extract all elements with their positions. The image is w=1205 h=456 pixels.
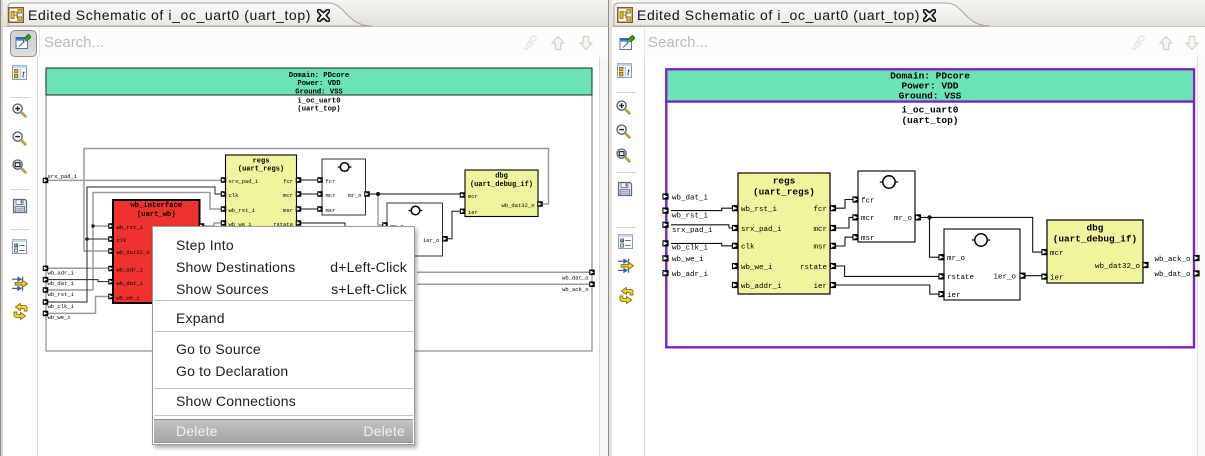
- svg-text:(uart_wb): (uart_wb): [137, 211, 176, 219]
- svg-text:(uart_regs): (uart_regs): [238, 166, 284, 174]
- svg-text:mr_o: mr_o: [947, 255, 966, 263]
- svg-text:i_oc_uart0: i_oc_uart0: [297, 97, 340, 105]
- svg-text:wb_rst_i: wb_rst_i: [229, 207, 256, 214]
- svg-text:srx_pad_i: srx_pad_i: [48, 173, 78, 180]
- svg-text:mcr: mcr: [1050, 250, 1064, 258]
- svg-text:wb_rst_i: wb_rst_i: [741, 206, 778, 214]
- svg-text:fcr: fcr: [861, 197, 875, 205]
- svg-text:(uart_debug_if): (uart_debug_if): [1053, 233, 1137, 244]
- svg-text:mr_o: mr_o: [894, 215, 913, 223]
- svg-text:rstate: rstate: [800, 264, 827, 272]
- svg-text:mr_o: mr_o: [348, 192, 361, 199]
- svg-text:mcr: mcr: [861, 215, 875, 223]
- svg-text:(uart_top): (uart_top): [297, 106, 340, 114]
- svg-text:wb_we_i: wb_we_i: [48, 314, 72, 321]
- svg-text:clk: clk: [741, 244, 755, 252]
- svg-text:wb_dat32_o: wb_dat32_o: [1095, 263, 1141, 271]
- svg-text:ier: ier: [1050, 274, 1064, 282]
- svg-text:msr: msr: [813, 244, 827, 252]
- svg-text:srx_pad_i: srx_pad_i: [672, 227, 713, 235]
- svg-text:fcr: fcr: [283, 178, 293, 185]
- svg-text:wb_clk_i: wb_clk_i: [672, 244, 709, 252]
- svg-text:Ground: VSS: Ground: VSS: [295, 88, 343, 96]
- svg-text:regs: regs: [773, 176, 796, 187]
- svg-text:ier: ier: [468, 209, 478, 216]
- svg-text:wb_ack_o: wb_ack_o: [562, 286, 588, 293]
- svg-text:wb_adr_i: wb_adr_i: [48, 270, 75, 277]
- svg-text:wb_dat_i: wb_dat_i: [48, 280, 75, 287]
- svg-text:wb_dat_o: wb_dat_o: [562, 274, 588, 281]
- svg-text:Power: VDD: Power: VDD: [297, 80, 341, 88]
- svg-text:wb_interface: wb_interface: [130, 202, 182, 210]
- svg-text:fcr: fcr: [326, 178, 336, 185]
- svg-text:(uart_top): (uart_top): [901, 115, 958, 126]
- svg-text:wb_rst_i: wb_rst_i: [48, 291, 75, 298]
- svg-text:i_oc_uart0: i_oc_uart0: [901, 104, 958, 115]
- svg-text:wb_dat_i: wb_dat_i: [117, 280, 144, 287]
- svg-text:wb_adr_i: wb_adr_i: [672, 271, 709, 279]
- svg-text:srx_pad_i: srx_pad_i: [741, 226, 782, 234]
- svg-text:wb_dat_o: wb_dat_o: [1154, 271, 1191, 279]
- svg-text:ier_o: ier_o: [993, 274, 1016, 282]
- svg-text:dbg: dbg: [1087, 223, 1104, 234]
- svg-text:mcr: mcr: [326, 192, 336, 199]
- svg-text:clk: clk: [229, 192, 240, 199]
- svg-text:mcr: mcr: [468, 193, 478, 200]
- svg-text:mcr: mcr: [283, 192, 293, 199]
- svg-text:clk: clk: [117, 237, 128, 244]
- svg-text:ier: ier: [947, 292, 961, 300]
- svg-text:wb_addr_i: wb_addr_i: [741, 283, 782, 291]
- svg-text:wb_dat32_o: wb_dat32_o: [501, 202, 534, 209]
- svg-text:wb_we_i: wb_we_i: [672, 256, 704, 264]
- svg-text:ier_o: ier_o: [423, 237, 440, 244]
- svg-text:srx_pad_i: srx_pad_i: [229, 178, 259, 185]
- svg-text:rstate: rstate: [947, 274, 974, 282]
- svg-text:msr: msr: [326, 207, 336, 214]
- svg-text:wb_rst_i: wb_rst_i: [672, 213, 709, 221]
- svg-text:Ground: VSS: Ground: VSS: [899, 91, 962, 102]
- svg-text:msr: msr: [283, 207, 293, 214]
- svg-text:Domain: PDcore: Domain: PDcore: [289, 72, 349, 80]
- svg-text:wb_we_i: wb_we_i: [117, 295, 141, 302]
- svg-text:wb_we_i: wb_we_i: [741, 264, 773, 272]
- svg-text:regs: regs: [253, 158, 270, 166]
- svg-text:wb_adr_i: wb_adr_i: [117, 267, 144, 274]
- svg-text:wb_rst_i: wb_rst_i: [117, 224, 144, 231]
- svg-text:mcr: mcr: [813, 226, 827, 234]
- svg-text:wb_dat_i: wb_dat_i: [672, 194, 709, 202]
- svg-text:(uart_regs): (uart_regs): [753, 186, 815, 197]
- svg-text:msr: msr: [861, 235, 875, 243]
- svg-text:(uart_debug_if): (uart_debug_if): [470, 181, 533, 189]
- svg-text:wb_clk_i: wb_clk_i: [48, 303, 75, 310]
- svg-text:ier: ier: [813, 283, 827, 291]
- svg-text:wb_dat32_o: wb_dat32_o: [117, 249, 150, 256]
- svg-text:wb_ack_o: wb_ack_o: [1154, 256, 1191, 264]
- svg-text:fcr: fcr: [813, 206, 827, 214]
- svg-text:dbg: dbg: [495, 173, 508, 181]
